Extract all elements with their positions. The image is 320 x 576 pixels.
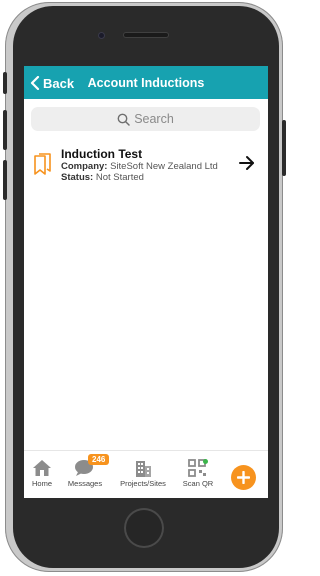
add-button[interactable] xyxy=(231,465,256,490)
tab-home-label: Home xyxy=(31,479,52,488)
phone-home-button[interactable] xyxy=(124,508,164,548)
app-header: Back Account Inductions xyxy=(24,66,268,99)
qr-icon xyxy=(188,459,208,477)
status-label: Status: xyxy=(61,172,94,183)
tab-projects-sites-label: Projects/Sites xyxy=(120,479,166,488)
search-input[interactable]: Search xyxy=(31,107,260,131)
search-placeholder: Search xyxy=(134,112,174,126)
arrow-right-icon[interactable] xyxy=(238,154,256,172)
company-label: Company: xyxy=(61,161,108,172)
messages-badge: 246 xyxy=(88,454,110,465)
status-value: Not Started xyxy=(95,172,144,183)
earpiece-speaker xyxy=(124,33,168,37)
bookmark-icon xyxy=(34,153,51,175)
chevron-left-icon xyxy=(30,76,40,90)
tab-scan-qr[interactable]: Scan QR xyxy=(181,451,215,498)
tab-messages-label: Messages xyxy=(67,479,103,488)
induction-list-item[interactable]: Induction Test Company: SiteSoft New Zea… xyxy=(24,146,268,186)
tab-projects-sites[interactable]: Projects/Sites xyxy=(118,451,168,498)
home-icon xyxy=(33,460,51,476)
app-screen: Back Account Inductions Search Induction… xyxy=(24,66,268,498)
company-value: SiteSoft New Zealand Ltd xyxy=(110,161,218,172)
page-title: Account Inductions xyxy=(87,76,205,90)
induction-company: Company: SiteSoft New Zealand Ltd xyxy=(61,161,218,172)
induction-title: Induction Test xyxy=(61,147,143,161)
search-icon xyxy=(117,113,130,126)
plus-icon xyxy=(237,471,250,484)
bottom-tab-bar: Home Messages 246 Projects/Sites Scan QR xyxy=(24,450,268,498)
front-camera xyxy=(99,33,104,38)
induction-status: Status: Not Started xyxy=(61,172,144,183)
tab-home[interactable]: Home xyxy=(30,451,54,498)
tab-scan-qr-label: Scan QR xyxy=(182,479,214,488)
building-icon xyxy=(136,461,151,477)
